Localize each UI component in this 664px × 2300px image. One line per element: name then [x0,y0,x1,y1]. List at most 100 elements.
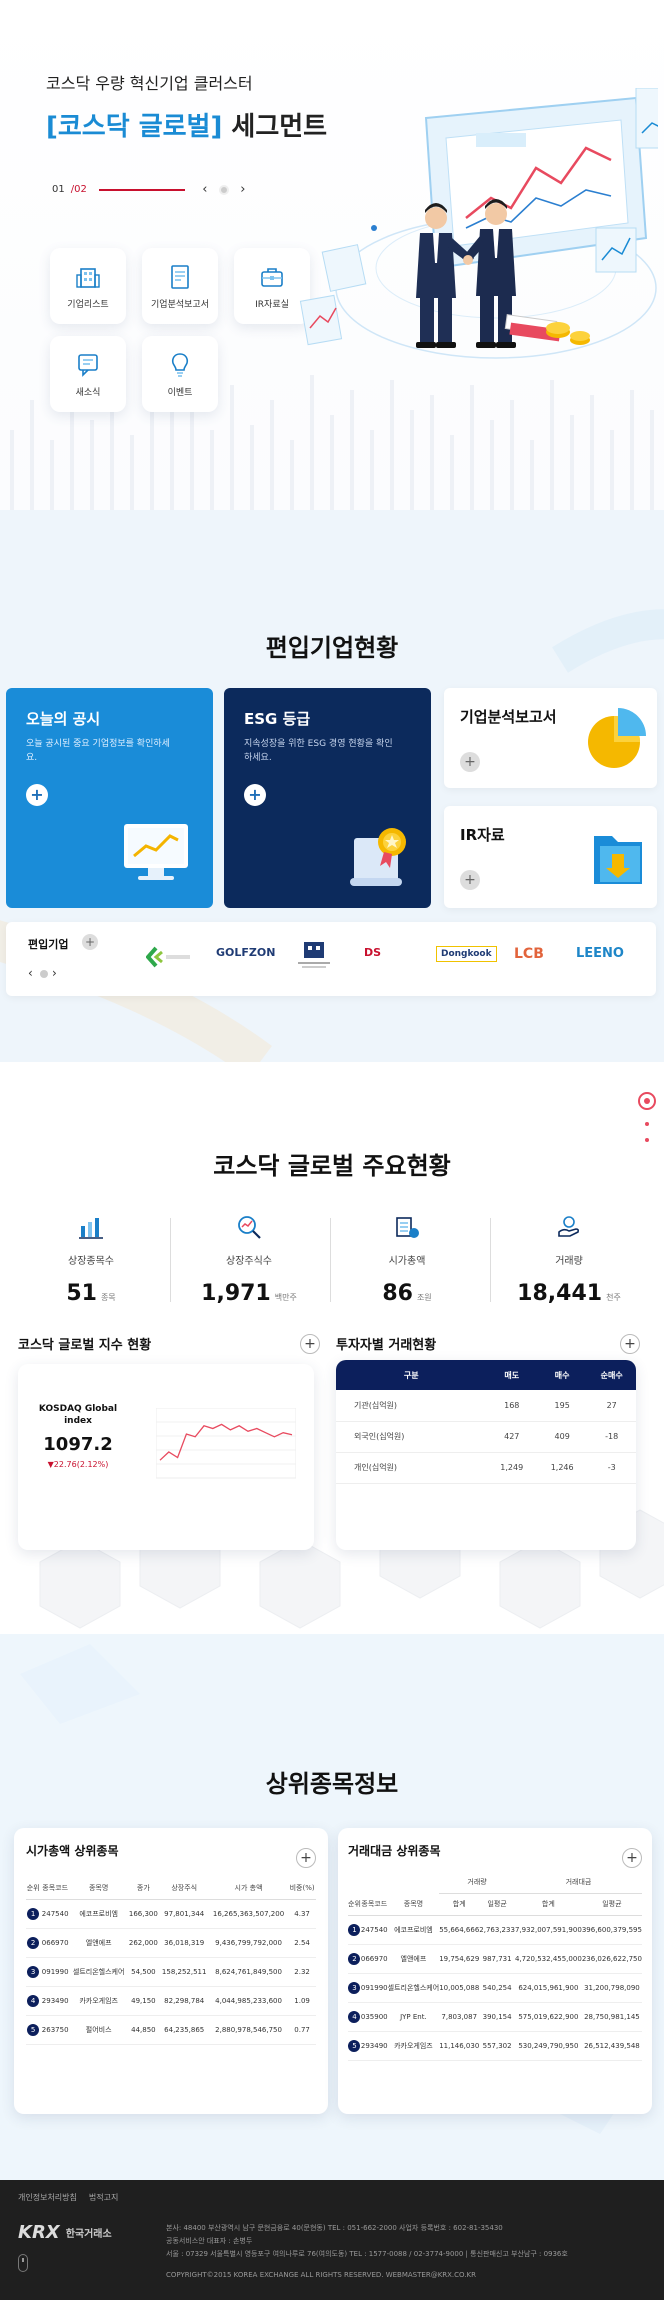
group-header-amount: 거래대금 [514,1871,642,1894]
table-cell: 54,500 [127,1957,160,1987]
logos-pause-button[interactable] [40,970,48,978]
column-header: 구분 [336,1360,487,1390]
table-row[interactable]: 3 091990 셀트리온헬스케어 10,005,088 540,254 624… [348,1973,642,2003]
footer-link-legal[interactable]: 법적고지 [89,2192,118,2203]
index-status-title: 코스닥 글로벌 지수 현황 [18,1338,152,1353]
esg-card[interactable]: ESG 등급 지속성장을 위한 ESG 경영 현황을 확인하세요. + [224,688,431,908]
table-cell: 31,200,798,090 [581,1973,642,2003]
table-cell: 530,249,790,950 [514,2031,582,2061]
table-cell: 166,300 [127,1899,160,1929]
news-icon [78,353,98,377]
report-plus-button[interactable]: + [460,752,480,772]
table-row[interactable]: 5 293490 카카오게임즈 11,146,030 557,302 530,2… [348,2031,642,2061]
stat-unit: 조원 [416,1293,432,1302]
side-nav-dot[interactable] [645,1122,649,1126]
index-plus-button[interactable]: + [300,1334,320,1354]
column-header: 합계 [514,1893,582,1916]
table-cell: 82,298,784 [159,1986,209,2016]
table-row[interactable]: 4 293490 카카오게임즈 49,150 82,298,784 4,044,… [26,1986,316,2016]
ir-plus-button[interactable]: + [460,870,480,890]
table-cell: 293490 [40,1986,71,2016]
table-header-row: 순위 종목코드 종목명 합계 일평균 합계 일평균 [348,1893,642,1916]
rank-badge: 3 [27,1965,40,1978]
next-slide-icon[interactable]: › [235,182,251,197]
column-header: 순위 [26,1877,41,1900]
table-cell: 987,731 [479,1944,515,1974]
table-cell: 236,026,622,750 [581,1944,642,1974]
column-header: 종목코드 [360,1893,388,1916]
table-cell: 셀트리온헬스케어 [387,1973,440,2003]
trading-value-plus-button[interactable]: + [622,1848,642,1868]
column-header: 순매수 [587,1360,636,1390]
analysis-report-card[interactable]: 기업분석보고서 + [444,688,657,788]
logos-prev-icon[interactable]: ‹ [28,966,33,980]
prev-slide-icon[interactable]: ‹ [197,182,213,197]
card-description: 오늘 공시된 중요 기업정보를 확인하세요. [26,739,170,763]
table-cell: 4,044,985,233,600 [208,1986,289,2016]
quick-link-events[interactable]: 이벤트 [142,336,218,412]
table-cell: 개인(십억원) [336,1452,487,1484]
table-cell: 19,754,629 [439,1944,480,1974]
index-value: 1097.2 [43,1434,113,1455]
table-row[interactable]: 1 247540 에코프로비엠 55,664,666 2,763,233 7,9… [348,1915,642,1945]
footer-address-line: 공동서비스안 대표자 : 손병두 [166,2237,253,2245]
esg-plus-button[interactable]: + [244,784,266,806]
footer-address-line: 본사: 48400 부산광역시 남구 문현금융로 40(문현동) TEL : 0… [166,2224,503,2232]
pie-chart-icon [588,708,646,768]
company-logo-leeno[interactable]: LEENO [576,946,624,961]
column-header: 종목명 [387,1893,440,1916]
quick-link-analysis-report[interactable]: 기업분석보고서 [142,248,218,324]
company-logo-lcb[interactable]: LCB [514,946,544,962]
table-cell: 에코프로비엠 [387,1915,440,1945]
companies-plus-button[interactable]: + [82,934,98,950]
krx-logo-text: KRX [18,2222,60,2243]
card-title: 오늘의 공시 [26,710,101,728]
footer-link-privacy[interactable]: 개인정보처리방침 [18,2192,77,2203]
table-cell: 2.32 [288,1957,316,1987]
stat-value: 51 [66,1281,97,1306]
company-logo-golfzon[interactable]: GOLFZON [216,946,275,959]
company-logo-emblem[interactable] [296,940,332,970]
footer-logo[interactable]: KRX 한국거래소 [18,2222,112,2243]
table-row[interactable]: 1 247540 에코프로비엠 166,300 97,801,344 16,26… [26,1899,316,1929]
index-panel: KOSDAQ Global index 1097.2 ▼22.76(2.12%) [18,1364,314,1550]
trading-value-top-panel: 거래대금 상위종목 + 거래량 거래대금 순위 종목코드 종목명 합계 일평균 … [338,1828,652,2114]
table-row[interactable]: 4 035900 JYP Ent. 7,803,087 390,154 575,… [348,2002,642,2032]
table-row[interactable]: 5 263750 펄어비스 44,850 64,235,865 2,880,97… [26,2015,316,2045]
table-row[interactable]: 2 066970 엘앤에프 262,000 36,018,319 9,436,7… [26,1928,316,1958]
company-logo-ds[interactable]: DS [364,946,381,959]
column-header: 매수 [536,1360,588,1390]
column-header: 상장주식 [159,1877,209,1900]
table-row: 개인(십억원) 1,249 1,246 -3 [336,1452,636,1484]
table-cell: 16,265,363,507,200 [208,1899,289,1929]
table-cell: 409 [536,1421,588,1453]
table-cell: 카카오게임즈 [70,1986,128,2016]
table-cell: 293490 [360,2031,388,2061]
slide-current: 01 [52,184,65,195]
table-cell: 엘앤에프 [70,1928,128,1958]
quick-link-news[interactable]: 새소식 [50,336,126,412]
investor-plus-button[interactable]: + [620,1334,640,1354]
lightbulb-icon [171,352,189,377]
table-cell: 035900 [360,2002,388,2032]
index-change: ▼22.76(2.12%) [47,1460,109,1469]
pause-button[interactable] [218,184,229,195]
table-cell: -18 [587,1421,636,1453]
company-logo-dongkook[interactable]: Dongkook [436,946,497,962]
side-nav-dot[interactable] [645,1138,649,1142]
table-row[interactable]: 2 066970 엘앤에프 19,754,629 987,731 4,720,5… [348,1944,642,1974]
disclosure-card[interactable]: 오늘의 공시 오늘 공시된 중요 기업정보를 확인하세요. + [6,688,213,908]
ir-material-card[interactable]: IR자료 + [444,806,657,908]
side-nav-active-dot[interactable] [638,1092,656,1110]
disclosure-plus-button[interactable]: + [26,784,48,806]
market-cap-plus-button[interactable]: + [296,1848,316,1868]
column-header: 종가 [127,1877,160,1900]
quick-link-company-list[interactable]: 기업리스트 [50,248,126,324]
slide-total: /02 [70,184,87,195]
table-cell: 26,512,439,548 [581,2031,642,2061]
company-logo-graphic[interactable] [146,944,192,970]
table-cell: 168 [486,1390,537,1422]
table-row[interactable]: 3 091990 셀트리온헬스케어 54,500 158,252,511 8,6… [26,1957,316,1987]
logos-next-icon[interactable]: › [52,966,57,980]
column-header: 시가 총액 [208,1877,289,1900]
